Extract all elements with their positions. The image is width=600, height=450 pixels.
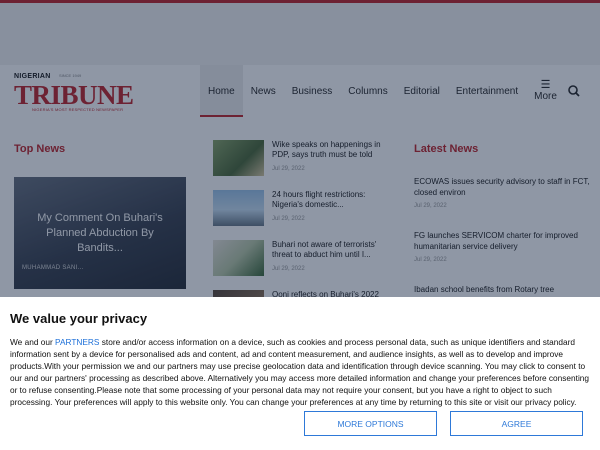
more-options-button[interactable]: MORE OPTIONS bbox=[304, 411, 437, 436]
privacy-body: We and our PARTNERS store and/or access … bbox=[10, 336, 594, 408]
privacy-heading: We value your privacy bbox=[10, 311, 148, 326]
agree-button[interactable]: AGREE bbox=[450, 411, 583, 436]
privacy-body-start: We and our bbox=[10, 337, 56, 347]
privacy-body-rest: store and/or access information on a dev… bbox=[10, 337, 590, 407]
partners-link[interactable]: PARTNERS bbox=[55, 337, 99, 347]
